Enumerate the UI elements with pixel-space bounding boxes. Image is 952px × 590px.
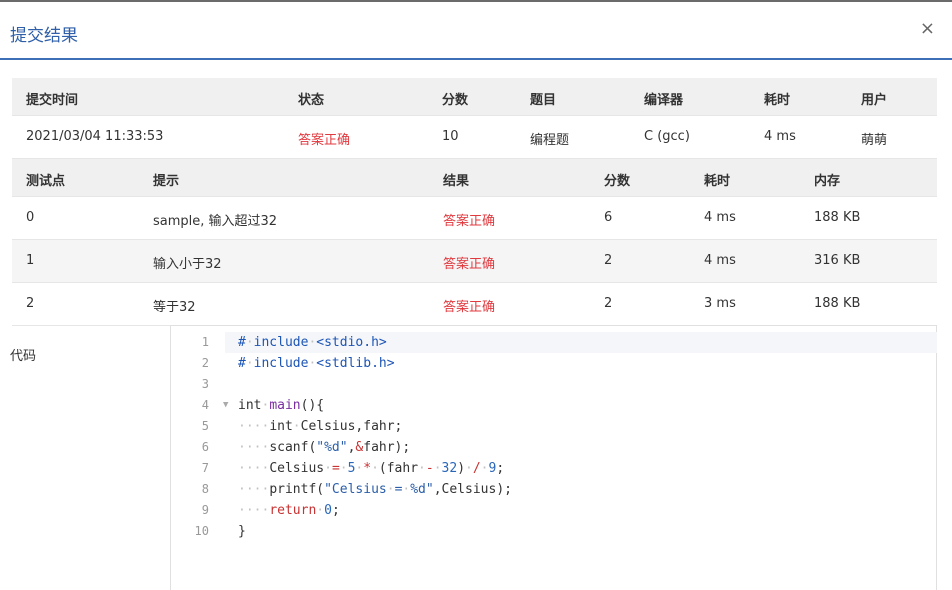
testcase-result: 答案正确 xyxy=(443,257,496,272)
line-number: 10 xyxy=(194,524,209,538)
col-test-score: 分数 xyxy=(604,174,631,189)
code-label: 代码 xyxy=(10,349,37,364)
col-testcase: 测试点 xyxy=(26,174,66,189)
code-line: 3 xyxy=(171,374,936,395)
line-number: 7 xyxy=(201,461,209,475)
col-result: 结果 xyxy=(443,174,470,189)
testcase-time: 3 ms xyxy=(704,296,736,311)
line-number: 9 xyxy=(201,503,209,517)
testcase-time: 4 ms xyxy=(704,253,736,268)
code-text: ····Celsius·=·5·*·(fahr·-·32)·/·9; xyxy=(238,461,505,476)
col-time: 耗时 xyxy=(764,93,791,108)
line-number: 1 xyxy=(201,335,209,349)
col-score: 分数 xyxy=(442,93,469,108)
code-line: 9 ····return·0; xyxy=(171,500,936,521)
code-text: int·main(){ xyxy=(238,398,325,413)
testcase-score: 6 xyxy=(604,210,613,225)
code-line: 10} xyxy=(171,521,936,542)
submit-time: 2021/03/04 11:33:53 xyxy=(26,129,164,144)
testcase-id: 1 xyxy=(26,253,35,268)
col-test-time: 耗时 xyxy=(704,174,731,189)
code-line: 2 #·include·<stdlib.h> xyxy=(171,353,936,374)
close-icon[interactable]: × xyxy=(920,19,935,39)
code-text: #·include·<stdlib.h> xyxy=(238,356,395,371)
col-user: 用户 xyxy=(861,93,888,108)
testcase-score: 2 xyxy=(604,253,613,268)
status-accepted: 答案正确 xyxy=(298,133,351,148)
line-number: 5 xyxy=(201,419,209,433)
col-problem: 题目 xyxy=(530,93,557,108)
testcase-memory: 316 KB xyxy=(814,253,861,268)
line-number: 8 xyxy=(201,482,209,496)
code-line: 8 ····printf("Celsius·=·%d",Celsius); xyxy=(171,479,936,500)
code-text: ····printf("Celsius·=·%d",Celsius); xyxy=(238,482,512,497)
code-text: ····return·0; xyxy=(238,503,340,518)
testcase-time: 4 ms xyxy=(704,210,736,225)
code-line: 1 #·include·<stdio.h> xyxy=(171,332,936,353)
testcase-hint: sample, 输入超过32 xyxy=(153,214,278,229)
testcase-id: 2 xyxy=(26,296,35,311)
testcase-hint: 等于32 xyxy=(153,300,196,315)
problem-name: 编程题 xyxy=(530,133,570,148)
code-editor[interactable]: 1 #·include·<stdio.h> 2 #·include·<stdlib.h… xyxy=(170,325,937,590)
code-line: 4 ▼ int·main(){ xyxy=(171,395,936,416)
tests-header-row: 测试点 提示 结果 分数 耗时 内存 xyxy=(12,159,937,197)
summary-header-row: 提交时间 状态 分数 题目 编译器 耗时 用户 xyxy=(12,78,937,116)
testcase-result: 答案正确 xyxy=(443,214,496,229)
user-name: 萌萌 xyxy=(861,133,888,148)
testcase-score: 2 xyxy=(604,296,613,311)
total-score: 10 xyxy=(442,129,459,144)
line-number: 6 xyxy=(201,440,209,454)
testcase-result: 答案正确 xyxy=(443,300,496,315)
code-line: 5 ····int·Celsius,fahr; xyxy=(171,416,936,437)
dialog-title: 提交结果 xyxy=(10,26,78,46)
compiler: C (gcc) xyxy=(644,129,690,144)
code-text: #·include·<stdio.h> xyxy=(238,335,387,350)
col-memory: 内存 xyxy=(814,174,841,189)
col-compiler: 编译器 xyxy=(644,93,684,108)
table-row: 2 等于32 答案正确 2 3 ms 188 KB xyxy=(12,283,937,326)
col-submit-time: 提交时间 xyxy=(26,93,79,108)
code-line: 6 ····scanf("%d",&fahr); xyxy=(171,437,936,458)
col-status: 状态 xyxy=(298,93,325,108)
table-row: 0 sample, 输入超过32 答案正确 6 4 ms 188 KB xyxy=(12,197,937,240)
code-text: ····scanf("%d",&fahr); xyxy=(238,440,411,455)
dialog-header: 提交结果 × xyxy=(0,2,952,60)
testcase-hint: 输入小于32 xyxy=(153,257,222,272)
table-row: 1 输入小于32 答案正确 2 4 ms 316 KB xyxy=(12,240,937,283)
fold-arrow-icon[interactable]: ▼ xyxy=(223,395,228,416)
code-text: ····int·Celsius,fahr; xyxy=(238,419,403,434)
testcase-id: 0 xyxy=(26,210,35,225)
run-time: 4 ms xyxy=(764,129,796,144)
code-text: } xyxy=(238,524,246,539)
summary-row: 2021/03/04 11:33:53 答案正确 10 编程题 C (gcc) … xyxy=(12,116,937,159)
code-line: 7 ····Celsius·=·5·*·(fahr·-·32)·/·9; xyxy=(171,458,936,479)
col-hint: 提示 xyxy=(153,174,180,189)
testcase-memory: 188 KB xyxy=(814,296,861,311)
line-number: 2 xyxy=(201,356,209,370)
line-number: 4 xyxy=(201,398,209,412)
line-number: 3 xyxy=(201,377,209,391)
testcase-memory: 188 KB xyxy=(814,210,861,225)
